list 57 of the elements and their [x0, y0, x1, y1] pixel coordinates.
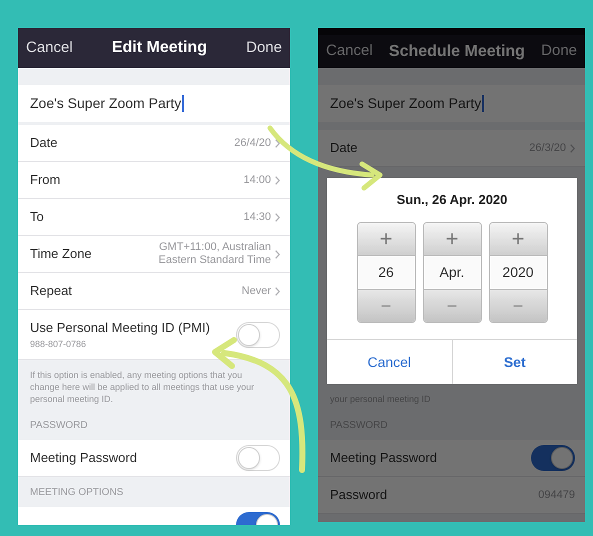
- cancel-button[interactable]: Cancel: [326, 40, 373, 63]
- row-label: Time Zone: [30, 245, 92, 264]
- decrement-button[interactable]: −: [424, 290, 480, 322]
- done-button[interactable]: Done: [246, 36, 282, 60]
- settings-row[interactable]: Time Zone GMT+11:00, Australian Eastern Standard Time: [18, 236, 290, 273]
- chevron-icon: [275, 250, 280, 258]
- row-label: Repeat: [30, 282, 72, 300]
- chevron-icon: [275, 176, 280, 184]
- chevron-icon: [275, 138, 280, 148]
- settings-row[interactable]: Date 26/4/20: [18, 125, 290, 162]
- section-header: PASSWORD: [30, 418, 88, 432]
- row-label: To: [30, 208, 44, 226]
- topic-text: Zoe's Super Zoom Party: [30, 94, 182, 113]
- screen-title: Edit Meeting: [112, 38, 207, 58]
- row-value: Never: [242, 284, 271, 298]
- row-value: 26/4/20: [234, 136, 271, 150]
- increment-button[interactable]: +: [490, 223, 546, 255]
- settings-row[interactable]: To 14:30: [18, 199, 290, 236]
- topic-text: Zoe's Super Zoom Party: [330, 94, 482, 113]
- row-label: Date: [30, 134, 58, 152]
- toggle-switch[interactable]: [236, 445, 280, 471]
- dialog-title: Sun., 26 Apr. 2020: [396, 191, 508, 210]
- row-label: Meeting Password: [30, 449, 137, 468]
- chevron-icon: [275, 212, 280, 222]
- row-label: From: [30, 171, 60, 190]
- increment-button[interactable]: +: [424, 223, 480, 255]
- section-header: MEETING OPTIONS: [30, 486, 124, 500]
- cancel-button[interactable]: Cancel: [26, 36, 73, 60]
- input-field[interactable]: Zoe's Super Zoom Party: [318, 85, 585, 122]
- meeting-id: 988-807-0786: [30, 338, 88, 350]
- row-label: Date: [330, 139, 358, 158]
- spinner-value: 2020: [490, 255, 546, 290]
- done-button[interactable]: Done: [541, 40, 577, 63]
- input-field[interactable]: Zoe's Super Zoom Party: [18, 85, 290, 122]
- hint-text: If this option is enabled, any meeting options that you change here will be applied to all meetings that use your personal meeting ID.: [30, 369, 256, 405]
- decrement-button[interactable]: −: [358, 290, 414, 322]
- row-label: Use Personal Meeting ID (PMI): [30, 319, 210, 337]
- toggle-switch[interactable]: [531, 445, 575, 471]
- increment-button[interactable]: +: [358, 223, 414, 255]
- row-value: 14:30: [243, 210, 271, 224]
- cancel-button[interactable]: Cancel: [327, 340, 452, 384]
- spinner-value: Apr.: [424, 255, 480, 290]
- row-value: 14:00: [243, 174, 271, 186]
- row-label: Password: [330, 486, 388, 504]
- set-button[interactable]: Set: [452, 340, 577, 384]
- spinner-value: 26: [358, 255, 414, 290]
- row-label: Meeting Password: [330, 449, 437, 468]
- settings-row[interactable]: Repeat Never: [18, 273, 290, 310]
- decrement-button[interactable]: −: [490, 290, 546, 322]
- chevron-icon: [570, 144, 575, 152]
- settings-row[interactable]: From 14:00: [18, 162, 290, 199]
- text-cursor: [182, 95, 184, 112]
- row-value: GMT+11:00, Australian Eastern Standard Time: [157, 241, 271, 267]
- screen-title: Schedule Meeting: [388, 42, 525, 62]
- text-cursor: [482, 95, 484, 112]
- chevron-icon: [275, 286, 280, 296]
- toggle-switch[interactable]: [236, 322, 280, 348]
